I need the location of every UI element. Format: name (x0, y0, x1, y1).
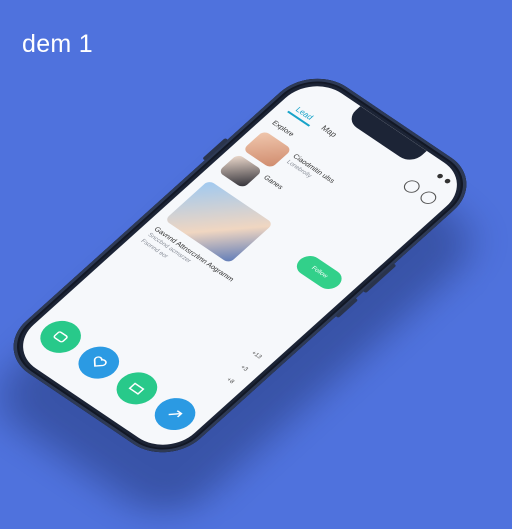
share-icon (168, 410, 183, 418)
status-time (310, 87, 321, 97)
meta-value: +8 (224, 377, 236, 386)
chat-icon (53, 331, 68, 343)
like-button[interactable] (70, 340, 128, 386)
cart-icon (128, 382, 145, 395)
heart-icon (93, 356, 107, 367)
status-icons (433, 170, 455, 187)
bell-icon[interactable] (417, 189, 440, 207)
image-caption: dem 1 (22, 30, 93, 58)
tab-map[interactable]: Map (315, 120, 344, 142)
cart-button[interactable] (108, 365, 166, 411)
chat-button[interactable] (31, 314, 90, 360)
meta-value: +3 (238, 364, 249, 373)
battery-icon (443, 177, 452, 184)
tab-lead[interactable]: Lead (287, 101, 321, 127)
search-icon[interactable] (400, 177, 423, 196)
share-button[interactable] (146, 391, 204, 437)
signal-icon (436, 172, 445, 179)
list-item-title: Ganes (261, 174, 285, 191)
meta-value: +13 (249, 350, 263, 361)
